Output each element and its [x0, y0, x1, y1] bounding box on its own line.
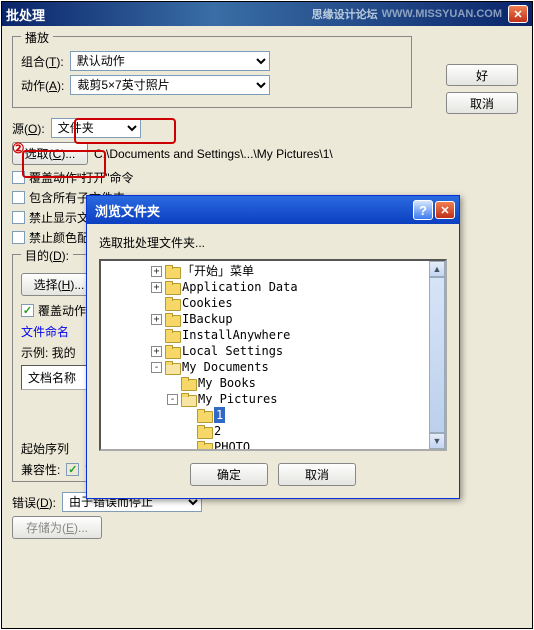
dialog-cancel-button[interactable]: 取消 [278, 463, 356, 486]
compat-label: 兼容性: [21, 461, 60, 478]
folder-icon [181, 377, 195, 389]
set-label: 组合(T): [21, 53, 64, 70]
folder-icon [165, 345, 179, 357]
override-action-label: 覆盖动作 [38, 302, 86, 319]
expand-icon[interactable]: + [151, 346, 162, 357]
tree-label: 2 [214, 423, 221, 439]
browse-folder-dialog: 浏览文件夹 ? ✕ 选取批处理文件夹... + 「开始」菜单 + Applicatio… [86, 195, 460, 499]
filenaming-label: 文件命名 [21, 323, 69, 340]
error-label: 错误(D): [12, 494, 56, 511]
tree-label: PHOTO [214, 439, 250, 451]
tree-row[interactable]: 1 [103, 407, 443, 423]
start-serial-label: 起始序列 [21, 440, 69, 457]
ok-button[interactable]: 好 [446, 64, 518, 86]
tree-label: Application Data [182, 279, 298, 295]
playback-fieldset: 播放 组合(T): 默认动作 动作(A): 裁剪5×7英寸照片 [12, 36, 412, 108]
expand-icon[interactable]: + [151, 314, 162, 325]
tree-row[interactable]: - My Documents [103, 359, 443, 375]
annotation-2: ② [12, 140, 25, 157]
folder-icon [165, 329, 179, 341]
tree-label: Cookies [182, 295, 233, 311]
main-titlebar: 批处理 思缘设计论坛 WWW.MISSYUAN.COM ✕ [2, 2, 532, 26]
tree-label: InstallAnywhere [182, 327, 290, 343]
scroll-thumb[interactable] [429, 277, 445, 433]
tree-row[interactable]: + IBackup [103, 311, 443, 327]
help-icon[interactable]: ? [413, 200, 433, 220]
set-select[interactable]: 默认动作 [70, 51, 270, 71]
close-icon[interactable]: ✕ [508, 5, 528, 23]
expand-icon[interactable]: + [151, 266, 162, 277]
folder-icon [165, 281, 179, 293]
tree-label: 1 [214, 407, 225, 423]
playback-legend: 播放 [21, 29, 53, 46]
folder-icon [165, 297, 179, 309]
tree-row[interactable]: My Books [103, 375, 443, 391]
folder-icon [197, 409, 211, 421]
collapse-icon[interactable]: - [151, 362, 162, 373]
scroll-up-icon[interactable]: ▲ [429, 261, 445, 277]
tree-row[interactable]: + Application Data [103, 279, 443, 295]
save-as-button: 存储为(E)... [12, 516, 102, 539]
folder-icon [165, 361, 179, 373]
tree-label: IBackup [182, 311, 233, 327]
tree-label: My Documents [182, 359, 269, 375]
tree-row[interactable]: Cookies [103, 295, 443, 311]
folder-icon [197, 425, 211, 437]
scroll-down-icon[interactable]: ▼ [429, 433, 445, 449]
dialog-ok-button[interactable]: 确定 [190, 463, 268, 486]
tree-label: My Books [198, 375, 256, 391]
dialog-close-icon[interactable]: ✕ [435, 201, 455, 219]
tree-row[interactable]: PHOTO [103, 439, 443, 451]
suppress-color-checkbox[interactable] [12, 231, 25, 244]
source-select[interactable]: 文件夹 [51, 118, 141, 138]
source-path: C:\Documents and Settings\...\My Picture… [94, 147, 333, 161]
include-subfolders-checkbox[interactable] [12, 191, 25, 204]
tree-label: My Pictures [198, 391, 277, 407]
forum-subtitle: 思缘设计论坛 [312, 6, 378, 22]
dialog-prompt: 选取批处理文件夹... [99, 234, 447, 251]
window-title: 批处理 [6, 5, 312, 24]
scrollbar[interactable]: ▲ ▼ [429, 261, 445, 449]
folder-tree[interactable]: + 「开始」菜单 + Application DataCookies + IBackupI… [99, 259, 447, 451]
windows-checkbox [66, 463, 79, 476]
tree-row[interactable]: InstallAnywhere [103, 327, 443, 343]
override-open-checkbox[interactable] [12, 171, 25, 184]
expand-icon[interactable]: + [151, 282, 162, 293]
tree-row[interactable]: + 「开始」菜单 [103, 263, 443, 279]
collapse-icon[interactable]: - [167, 394, 178, 405]
tree-row[interactable]: - My Pictures [103, 391, 443, 407]
tree-label: Local Settings [182, 343, 283, 359]
folder-icon [165, 265, 179, 277]
action-label: 动作(A): [21, 77, 64, 94]
example-label: 示例: 我的 [21, 344, 76, 361]
tree-row[interactable]: + Local Settings [103, 343, 443, 359]
cancel-button[interactable]: 取消 [446, 92, 518, 114]
source-label: 源(O): [12, 120, 45, 137]
tree-label: 「开始」菜单 [182, 263, 254, 279]
suppress-open-checkbox[interactable] [12, 211, 25, 224]
dialog-title: 浏览文件夹 [95, 201, 160, 220]
override-open-label: 覆盖动作"打开"命令 [29, 169, 134, 186]
docname-field[interactable]: 文档名称 [21, 365, 91, 390]
folder-icon [181, 393, 195, 405]
action-select[interactable]: 裁剪5×7英寸照片 [70, 75, 270, 95]
tree-row[interactable]: 2 [103, 423, 443, 439]
watermark: WWW.MISSYUAN.COM [382, 8, 502, 20]
dest-label: 目的(D): [21, 247, 73, 264]
folder-icon [165, 313, 179, 325]
folder-icon [197, 441, 211, 451]
override-action-checkbox[interactable] [21, 304, 34, 317]
dialog-titlebar: 浏览文件夹 ? ✕ [87, 196, 459, 224]
